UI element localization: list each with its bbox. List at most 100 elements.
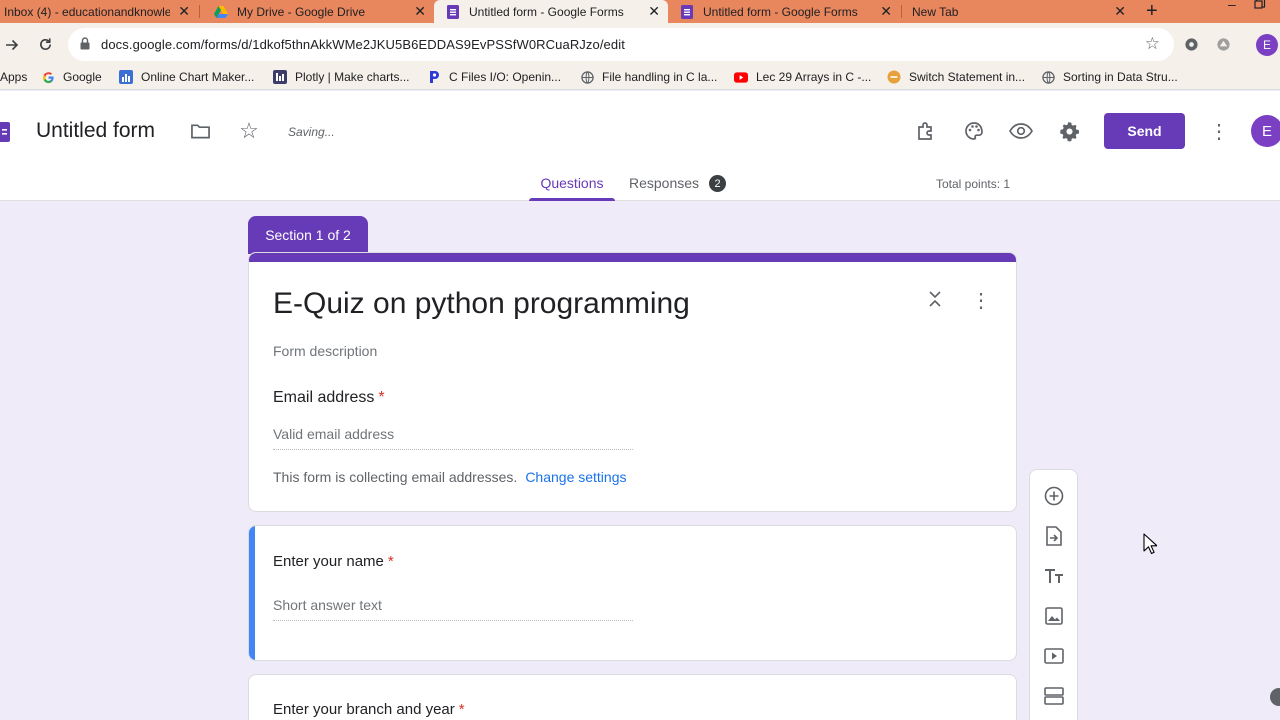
palette-icon[interactable] — [962, 119, 986, 143]
import-questions-icon[interactable] — [1042, 524, 1066, 548]
tab-title: New Tab — [912, 4, 959, 19]
close-icon[interactable]: ✕ — [880, 3, 892, 19]
bookmark-plotly[interactable]: Plotly | Make charts... — [273, 70, 410, 84]
bookmarks-bar: Apps Google Online Chart Maker... Plotly… — [0, 66, 1280, 90]
add-video-icon[interactable] — [1042, 644, 1066, 668]
close-icon[interactable]: ✕ — [648, 3, 660, 19]
extension-icon[interactable] — [1212, 23, 1234, 66]
send-button[interactable]: Send — [1104, 113, 1185, 149]
change-settings-link[interactable]: Change settings — [525, 469, 626, 485]
bookmark-c-files[interactable]: C Files I/O: Openin... — [427, 70, 561, 84]
more-vert-icon[interactable]: ⋮ — [1209, 119, 1229, 143]
required-asterisk: * — [387, 553, 394, 570]
tab-title: Untitled form - Google Forms — [469, 4, 624, 19]
card-accent-bar — [249, 253, 1016, 262]
tab-title: My Drive - Google Drive — [237, 4, 366, 19]
profile-avatar[interactable]: E — [1254, 23, 1280, 66]
preview-eye-icon[interactable] — [1008, 119, 1034, 143]
required-asterisk: * — [378, 389, 385, 406]
maximize-icon[interactable] — [1254, 0, 1266, 13]
lock-icon — [80, 37, 90, 55]
add-question-icon[interactable] — [1042, 484, 1066, 508]
drive-icon — [214, 5, 228, 19]
bookmark-label: Google — [63, 70, 102, 84]
reload-icon[interactable] — [34, 23, 56, 66]
question-label-text: Enter your branch and year — [273, 701, 455, 718]
help-icon[interactable] — [1270, 688, 1280, 706]
extension-icon[interactable] — [1180, 23, 1202, 66]
form-title-card[interactable]: E-Quiz on python programming ⋮ Form desc… — [248, 252, 1017, 512]
close-icon[interactable]: ✕ — [414, 3, 426, 19]
tab-title: Inbox (4) - educationandknowle — [4, 4, 170, 19]
forms-header: Untitled form ☆ Saving... Send ⋮ E Quest… — [0, 91, 1280, 201]
add-title-icon[interactable] — [1042, 564, 1066, 588]
globe-icon — [1041, 70, 1055, 84]
bookmark-label: Apps — [0, 70, 28, 84]
settings-gear-icon[interactable] — [1057, 119, 1081, 143]
bookmark-star-icon[interactable]: ☆ — [1145, 34, 1160, 54]
bookmark-label: Online Chart Maker... — [141, 70, 255, 84]
responses-count-badge: 2 — [709, 175, 726, 192]
tab-questions[interactable]: Questions — [529, 175, 615, 191]
mouse-cursor-icon — [1143, 533, 1158, 560]
addons-icon[interactable] — [914, 119, 938, 143]
browser-tab-new[interactable]: New Tab ✕ — [902, 0, 1134, 23]
bookmark-label: Sorting in Data Stru... — [1063, 70, 1178, 84]
more-vert-icon[interactable]: ⋮ — [971, 288, 991, 313]
close-icon[interactable]: ✕ — [178, 3, 190, 19]
plotly-icon — [273, 70, 287, 84]
active-tab-indicator — [529, 198, 615, 201]
bookmark-label: Lec 29 Arrays in C -... — [756, 70, 872, 84]
save-status: Saving... — [288, 125, 335, 139]
new-tab-icon[interactable]: + — [1146, 1, 1158, 21]
add-image-icon[interactable] — [1042, 604, 1066, 628]
notice-text: This form is collecting email addresses. — [273, 469, 518, 485]
browser-tab-inbox[interactable]: Inbox (4) - educationandknowle ✕ — [0, 0, 198, 23]
star-icon[interactable]: ☆ — [237, 118, 261, 143]
bookmark-apps[interactable]: Apps — [0, 70, 27, 84]
browser-tab-forms-active[interactable]: Untitled form - Google Forms ✕ — [434, 0, 668, 23]
bookmark-switch[interactable]: Switch Statement in... — [887, 70, 1025, 84]
email-input-placeholder: Valid email address — [273, 426, 633, 450]
url-text: docs.google.com/forms/d/1dkof5thnAkkWMe2… — [101, 37, 625, 52]
close-icon[interactable]: ✕ — [1114, 3, 1126, 19]
required-asterisk: * — [458, 701, 465, 718]
browser-tab-drive[interactable]: My Drive - Google Drive ✕ — [200, 0, 434, 23]
address-bar[interactable]: docs.google.com/forms/d/1dkof5thnAkkWMe2… — [68, 28, 1174, 61]
question-card[interactable]: Enter your branch and year * — [248, 674, 1017, 720]
floating-toolbar — [1029, 469, 1078, 720]
bookmark-label: Plotly | Make charts... — [295, 70, 410, 84]
bookmark-lec29[interactable]: Lec 29 Arrays in C -... — [734, 70, 871, 84]
folder-icon[interactable] — [189, 120, 211, 142]
profile-initial: E — [1256, 33, 1278, 56]
collapse-icon[interactable] — [925, 289, 945, 309]
form-title[interactable]: E-Quiz on python programming — [273, 287, 690, 321]
bookmark-google[interactable]: Google — [41, 70, 102, 84]
account-avatar[interactable]: E — [1251, 115, 1280, 147]
minimize-icon[interactable]: – — [1228, 0, 1236, 12]
form-description[interactable]: Form description — [273, 343, 377, 359]
youtube-icon — [734, 70, 748, 84]
bookmark-chart-maker[interactable]: Online Chart Maker... — [119, 70, 254, 84]
bookmark-sorting[interactable]: Sorting in Data Stru... — [1041, 70, 1178, 84]
google-icon — [41, 70, 55, 84]
active-question-indicator — [249, 526, 255, 660]
browser-tab-forms[interactable]: Untitled form - Google Forms ✕ — [668, 0, 900, 23]
add-section-icon[interactable] — [1042, 684, 1066, 708]
forms-icon — [680, 4, 694, 19]
bookmark-file-handling[interactable]: File handling in C la... — [580, 70, 717, 84]
programiz-icon — [427, 70, 441, 84]
question-label-text: Enter your name — [273, 553, 384, 570]
email-collection-notice: This form is collecting email addresses.… — [273, 469, 627, 485]
form-doc-title[interactable]: Untitled form — [36, 119, 155, 143]
question-title: Enter your name * — [273, 553, 394, 570]
question-label-text: Email address — [273, 389, 375, 406]
tab-responses[interactable]: Responses — [629, 175, 699, 191]
email-question-label: Email address * — [273, 389, 385, 407]
forward-icon[interactable] — [2, 23, 22, 66]
forms-logo-icon[interactable] — [0, 121, 10, 143]
short-answer-placeholder: Short answer text — [273, 597, 633, 621]
question-card[interactable]: Enter your name * Short answer text — [248, 525, 1017, 661]
bookmark-label: C Files I/O: Openin... — [449, 70, 562, 84]
bookmark-label: Switch Statement in... — [909, 70, 1026, 84]
